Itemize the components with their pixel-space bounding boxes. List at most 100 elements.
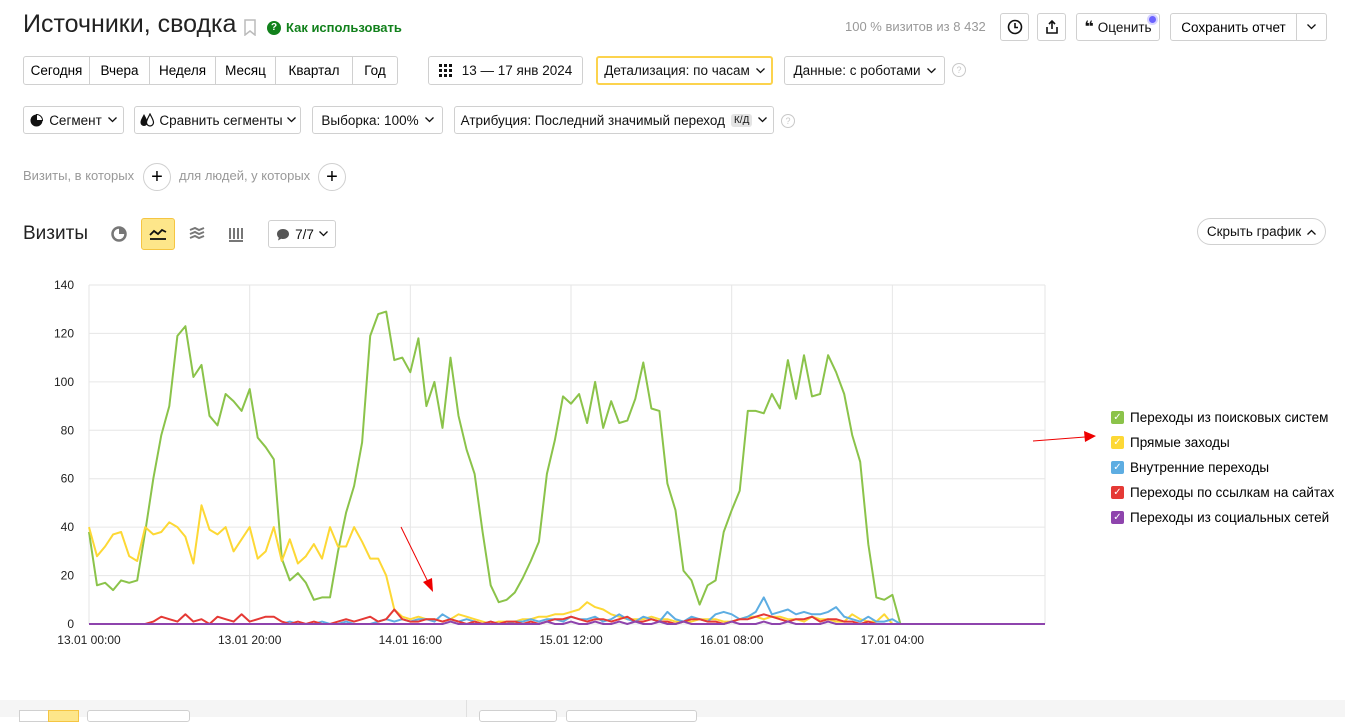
bookmark-icon[interactable] bbox=[244, 19, 256, 36]
legend-item[interactable]: ✓ Прямые заходы bbox=[1111, 430, 1334, 455]
hide-chart-label: Скрыть график bbox=[1206, 224, 1302, 239]
pie-chart-icon bbox=[111, 226, 127, 242]
how-to-use-link[interactable]: ? Как использовать bbox=[267, 20, 402, 35]
chart-legend: ✓ Переходы из поисковых систем ✓ Прямые зах… bbox=[1111, 405, 1334, 530]
period-yesterday[interactable]: Вчера bbox=[90, 57, 150, 84]
legend-item[interactable]: ✓ Переходы по ссылкам на сайтах bbox=[1111, 480, 1334, 505]
help-circle-icon: ? bbox=[267, 20, 281, 35]
checkbox-icon[interactable]: ✓ bbox=[1111, 511, 1124, 524]
series-line-2[interactable] bbox=[89, 596, 901, 625]
x-tick-label: 13.01 00:00 bbox=[57, 633, 121, 647]
add-visit-condition-button[interactable]: + bbox=[143, 163, 171, 191]
how-to-use-label: Как использовать bbox=[286, 20, 402, 35]
area-chart-type-button[interactable] bbox=[180, 218, 214, 250]
export-button[interactable] bbox=[1037, 13, 1066, 41]
checkbox-icon[interactable]: ✓ bbox=[1111, 461, 1124, 474]
legend-label: Переходы из поисковых систем bbox=[1130, 410, 1329, 425]
add-people-condition-button[interactable]: + bbox=[318, 163, 346, 191]
period-label: Месяц bbox=[225, 63, 266, 78]
legend-label: Прямые заходы bbox=[1130, 435, 1230, 450]
pie-chart-icon bbox=[30, 113, 44, 126]
hide-chart-button[interactable]: Скрыть график bbox=[1197, 218, 1326, 245]
rate-button[interactable]: ❝ Оценить bbox=[1076, 13, 1160, 41]
table-view-button[interactable] bbox=[19, 710, 50, 722]
legend-label: Переходы из социальных сетей bbox=[1130, 510, 1330, 525]
x-tick-label: 13.01 20:00 bbox=[218, 633, 282, 647]
period-year[interactable]: Год bbox=[353, 57, 397, 84]
compare-segments-dropdown[interactable]: Сравнить сегменты bbox=[134, 106, 301, 134]
drops-icon bbox=[140, 113, 155, 127]
line-chart-type-button[interactable] bbox=[141, 218, 175, 250]
chevron-down-icon bbox=[926, 67, 936, 73]
chevron-up-icon bbox=[1307, 229, 1317, 235]
sample-label: Выборка: 100% bbox=[321, 112, 419, 128]
attribution-dropdown[interactable]: Атрибуция: Последний значимый переход К/… bbox=[454, 106, 774, 134]
checkbox-icon[interactable]: ✓ bbox=[1111, 436, 1124, 449]
annotation-arrow bbox=[1032, 431, 1096, 442]
chart-title: Визиты bbox=[23, 223, 88, 244]
segment-dropdown[interactable]: Сегмент bbox=[23, 106, 124, 134]
quote-icon: ❝ bbox=[1084, 19, 1094, 36]
notification-dot bbox=[1149, 16, 1156, 23]
chevron-down-icon bbox=[755, 67, 765, 73]
line-chart-icon bbox=[149, 228, 167, 240]
calendar-icon bbox=[438, 64, 452, 77]
period-buttons: Сегодня Вчера Неделя Месяц Квартал Год bbox=[23, 56, 398, 85]
page-title: Источники, сводка bbox=[23, 10, 237, 38]
y-tick-label: 0 bbox=[67, 617, 74, 631]
visits-line-chart: 0 20 40 60 80 100 120 140 13.01 00:00 13.01 20:00… bbox=[54, 278, 1046, 647]
save-report-button[interactable]: Сохранить отчет bbox=[1171, 14, 1297, 40]
y-tick-label: 140 bbox=[54, 278, 74, 292]
x-tick-label: 14.01 16:00 bbox=[379, 633, 443, 647]
chevron-down-icon bbox=[286, 117, 296, 123]
detail-dropdown[interactable]: Детализация: по часам bbox=[596, 56, 773, 85]
help-icon[interactable]: ? bbox=[781, 114, 795, 128]
plus-icon: + bbox=[151, 166, 163, 188]
share-icon bbox=[1045, 19, 1058, 34]
period-week[interactable]: Неделя bbox=[150, 57, 216, 84]
period-today[interactable]: Сегодня bbox=[24, 57, 90, 84]
series-count-dropdown[interactable]: 7/7 bbox=[268, 220, 336, 248]
divider bbox=[466, 700, 467, 717]
period-label: Вчера bbox=[100, 63, 139, 78]
area-chart-icon bbox=[189, 227, 205, 240]
legend-label: Переходы по ссылкам на сайтах bbox=[1130, 485, 1335, 500]
checkbox-icon[interactable]: ✓ bbox=[1111, 411, 1124, 424]
sample-dropdown[interactable]: Выборка: 100% bbox=[312, 106, 443, 134]
help-icon[interactable]: ? bbox=[952, 63, 966, 77]
tree-view-button[interactable] bbox=[48, 710, 79, 722]
y-tick-label: 80 bbox=[61, 423, 75, 437]
bar-chart-type-button[interactable] bbox=[219, 218, 253, 250]
checkbox-icon[interactable]: ✓ bbox=[1111, 486, 1124, 499]
y-tick-label: 100 bbox=[54, 375, 74, 389]
save-report-group: Сохранить отчет bbox=[1170, 13, 1327, 41]
series-line-0[interactable] bbox=[88, 310, 902, 625]
chevron-down-icon bbox=[758, 117, 768, 123]
save-report-dropdown[interactable] bbox=[1297, 14, 1326, 40]
legend-item[interactable]: ✓ Переходы из социальных сетей bbox=[1111, 505, 1334, 530]
detail-label: Детализация: по часам bbox=[604, 63, 750, 78]
chevron-down-icon bbox=[1307, 24, 1316, 30]
legend-item[interactable]: ✓ Внутренние переходы bbox=[1111, 455, 1334, 480]
x-tick-label: 15.01 12:00 bbox=[539, 633, 603, 647]
clock-icon bbox=[1007, 19, 1022, 35]
columns-button[interactable] bbox=[566, 710, 697, 722]
grouping-button[interactable] bbox=[87, 710, 190, 722]
y-tick-label: 60 bbox=[61, 472, 75, 486]
data-dropdown[interactable]: Данные: с роботами bbox=[784, 56, 945, 85]
annotation-arrow bbox=[400, 526, 433, 592]
series-line-1[interactable] bbox=[88, 504, 901, 625]
metrics-button[interactable] bbox=[479, 710, 557, 722]
compare-segments-label: Сравнить сегменты bbox=[159, 112, 283, 128]
pie-chart-type-button[interactable] bbox=[102, 218, 136, 250]
x-tick-label: 17.01 04:00 bbox=[861, 633, 925, 647]
visits-share-text: 100 % визитов из 8 432 bbox=[845, 19, 986, 34]
series-count-label: 7/7 bbox=[295, 226, 314, 242]
legend-item[interactable]: ✓ Переходы из поисковых систем bbox=[1111, 405, 1334, 430]
period-month[interactable]: Месяц bbox=[216, 57, 276, 84]
history-button[interactable] bbox=[1000, 13, 1029, 41]
period-label: Квартал bbox=[288, 63, 340, 78]
date-range-picker[interactable]: 13 — 17 янв 2024 bbox=[428, 56, 583, 85]
period-quarter[interactable]: Квартал bbox=[276, 57, 353, 84]
y-tick-label: 120 bbox=[54, 326, 74, 340]
